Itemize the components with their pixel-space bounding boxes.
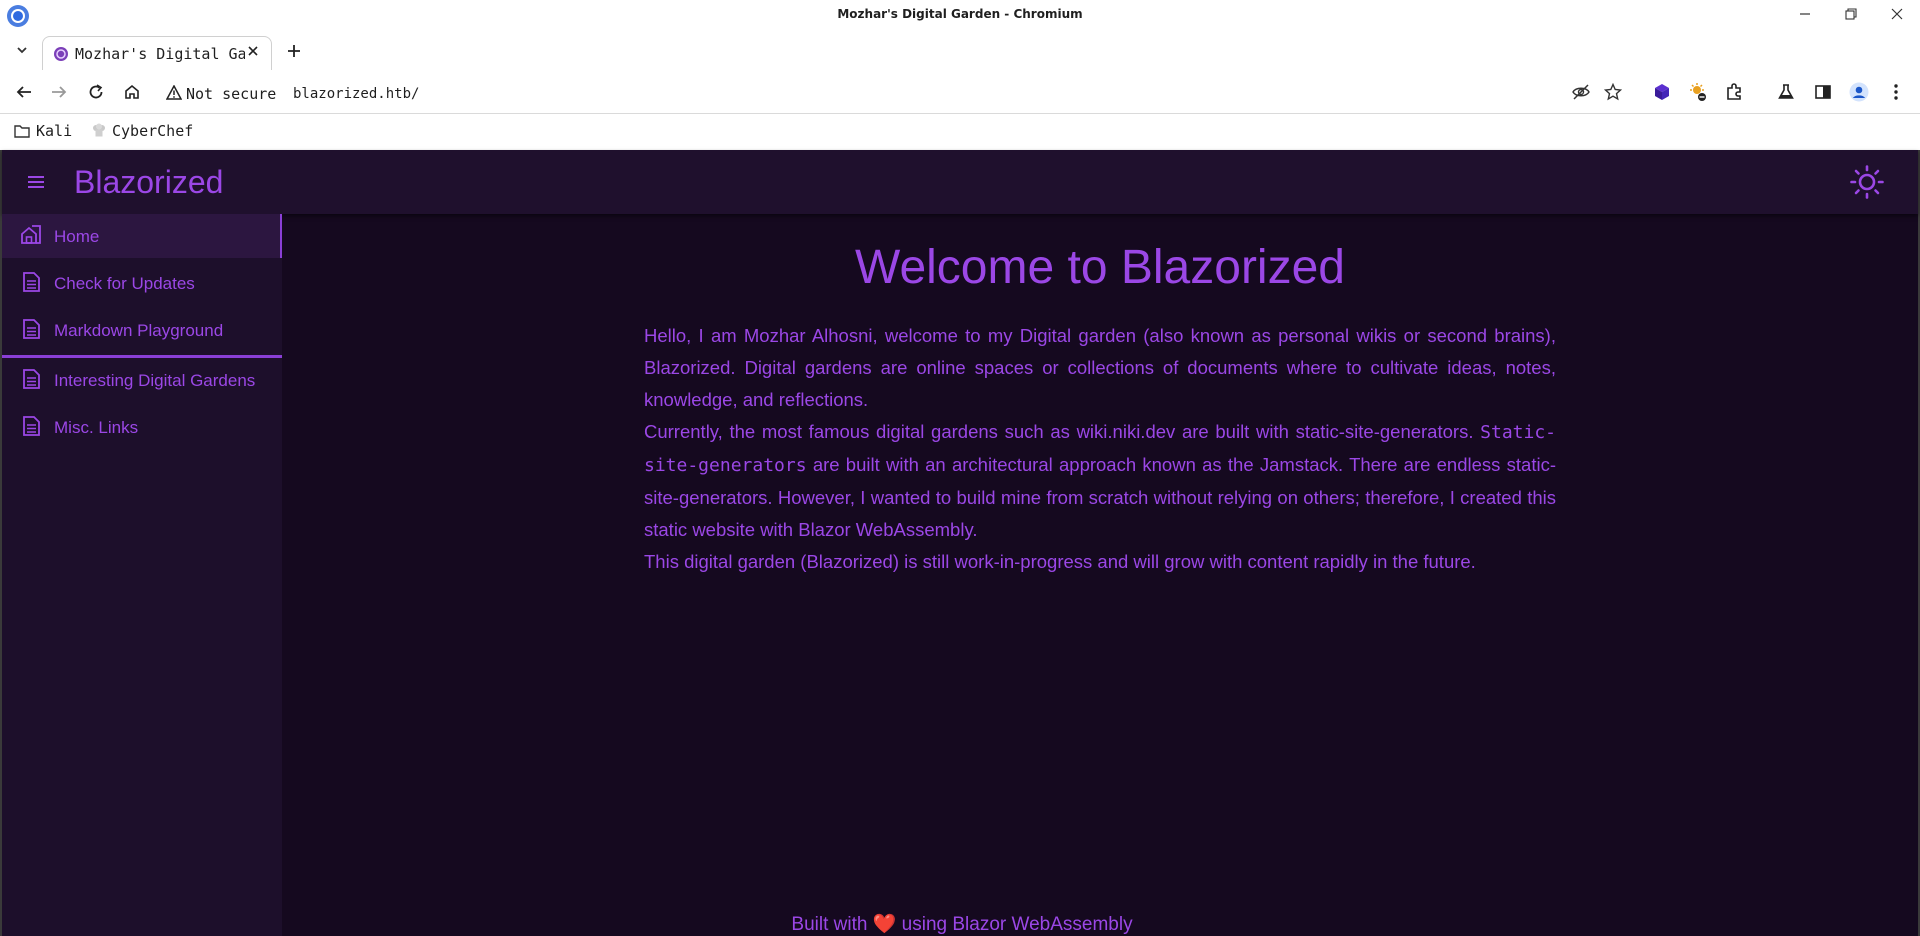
blazor-favicon-icon <box>54 47 68 61</box>
nav-item-check-for-updates[interactable]: Check for Updates <box>2 261 282 305</box>
nav-item-misc-links[interactable]: Misc. Links <box>2 405 282 449</box>
home-button[interactable] <box>120 80 144 104</box>
minimize-button[interactable] <box>1782 0 1828 28</box>
puzzle-icon <box>1727 83 1741 100</box>
nav-label: Interesting Digital Gardens <box>54 371 256 390</box>
document-icon <box>23 272 40 292</box>
bookmark-label: Kali <box>36 122 73 140</box>
tab-strip: Mozhar's Digital Garden <box>0 28 1920 70</box>
hamburger-menu-icon[interactable] <box>24 170 48 194</box>
brand-title[interactable]: Blazorized <box>74 164 223 201</box>
intro-paragraph-1: Hello, I am Mozhar Alhosni, welcome to m… <box>644 325 1556 410</box>
restore-icon <box>1845 8 1857 20</box>
nav-label: Markdown Playground <box>54 321 224 340</box>
document-icon <box>23 319 40 339</box>
url-text[interactable]: blazorized.htb/ <box>293 86 419 102</box>
tab-active[interactable]: Mozhar's Digital Garden <box>42 36 272 70</box>
extension-cube-button[interactable] <box>1650 80 1674 104</box>
reload-icon <box>89 84 103 99</box>
footer-text-after: using Blazor WebAssembly <box>896 914 1133 935</box>
tracking-protection-button[interactable] <box>1569 80 1593 104</box>
labs-button[interactable] <box>1774 80 1798 104</box>
intro-paragraph-2: Currently, the most famous digital garde… <box>644 416 1556 546</box>
browser-menu-button[interactable] <box>1884 80 1908 104</box>
extension-button-2[interactable] <box>1686 80 1710 104</box>
app-bar: Blazorized <box>2 150 1918 214</box>
minimize-icon <box>1800 13 1810 15</box>
bookmark-label: CyberChef <box>112 122 194 140</box>
bookmark-star-button[interactable] <box>1601 80 1625 104</box>
window-titlebar: Mozhar's Digital Garden - Chromium <box>0 0 1920 28</box>
back-button[interactable] <box>12 80 36 104</box>
nav-label: Check for Updates <box>54 274 195 293</box>
new-tab-button[interactable] <box>283 41 305 63</box>
restore-button[interactable] <box>1828 0 1874 28</box>
not-secure-label[interactable]: Not secure <box>186 85 276 103</box>
page-footer: Built with ❤️ using Blazor WebAssembly <box>2 912 1920 936</box>
profile-button[interactable] <box>1847 80 1871 104</box>
sun-extension-icon <box>1690 83 1706 101</box>
forward-button[interactable] <box>47 80 71 104</box>
page-viewport: Blazorized Home Check for Updates Markdo… <box>0 150 1920 936</box>
close-icon <box>248 46 258 56</box>
side-panel-icon <box>1815 85 1831 99</box>
avatar-icon <box>1849 82 1869 102</box>
cube-extension-icon <box>1655 84 1669 100</box>
page-title: Welcome to Blazorized <box>855 241 1345 294</box>
extensions-button[interactable] <box>1722 80 1746 104</box>
nav-label: Misc. Links <box>54 418 139 437</box>
intro-text: Hello, I am Mozhar Alhosni, welcome to m… <box>644 320 1556 578</box>
address-bar[interactable]: Not secure blazorized.htb/ <box>158 77 1558 109</box>
nav-label: Home <box>54 227 100 246</box>
document-icon <box>23 416 40 436</box>
main-content: Welcome to Blazorized Hello, I am Mozhar… <box>282 214 1918 936</box>
tab-title: Mozhar's Digital Garden <box>75 45 245 63</box>
home-icon <box>125 84 139 99</box>
arrow-right-icon <box>52 86 67 98</box>
star-icon <box>1604 83 1622 101</box>
window-title: Mozhar's Digital Garden - Chromium <box>837 7 1083 21</box>
eye-off-icon <box>1572 84 1590 100</box>
close-window-button[interactable] <box>1874 0 1920 28</box>
tab-search-chevron-icon[interactable] <box>12 40 32 60</box>
chef-hat-icon <box>93 123 105 137</box>
bookmark-kali[interactable]: Kali <box>14 122 72 140</box>
folder-icon <box>14 125 30 138</box>
browser-toolbar: Not secure blazorized.htb/ <box>0 70 1920 114</box>
heart-icon: ❤️ <box>872 914 897 935</box>
bookmarks-bar: Kali CyberChef <box>0 114 1920 150</box>
warning-icon <box>166 85 182 100</box>
side-panel-button[interactable] <box>1811 80 1835 104</box>
flask-icon <box>1778 84 1794 99</box>
more-vertical-icon <box>1894 84 1898 100</box>
tab-close-button[interactable] <box>243 43 263 63</box>
reload-button[interactable] <box>84 80 108 104</box>
close-icon <box>1891 8 1903 20</box>
bookmark-cyberchef[interactable]: CyberChef <box>92 122 193 140</box>
paragraph-2-start: Currently, the most famous digital garde… <box>644 421 1474 442</box>
nav-item-home[interactable]: Home <box>2 214 282 258</box>
document-icon <box>23 369 40 389</box>
nav-drawer: Home Check for Updates Markdown Playgrou… <box>2 214 282 936</box>
home-icon <box>21 225 41 244</box>
nav-item-markdown-playground[interactable]: Markdown Playground <box>2 308 282 352</box>
footer-text-before: Built with <box>791 914 873 935</box>
arrow-left-icon <box>16 86 31 98</box>
sun-theme-toggle-icon[interactable] <box>1850 165 1884 199</box>
intro-paragraph-3: This digital garden (Blazorized) is stil… <box>644 551 1476 572</box>
nav-item-interesting-digital-gardens[interactable]: Interesting Digital Gardens <box>2 358 282 402</box>
plus-icon <box>288 45 300 57</box>
